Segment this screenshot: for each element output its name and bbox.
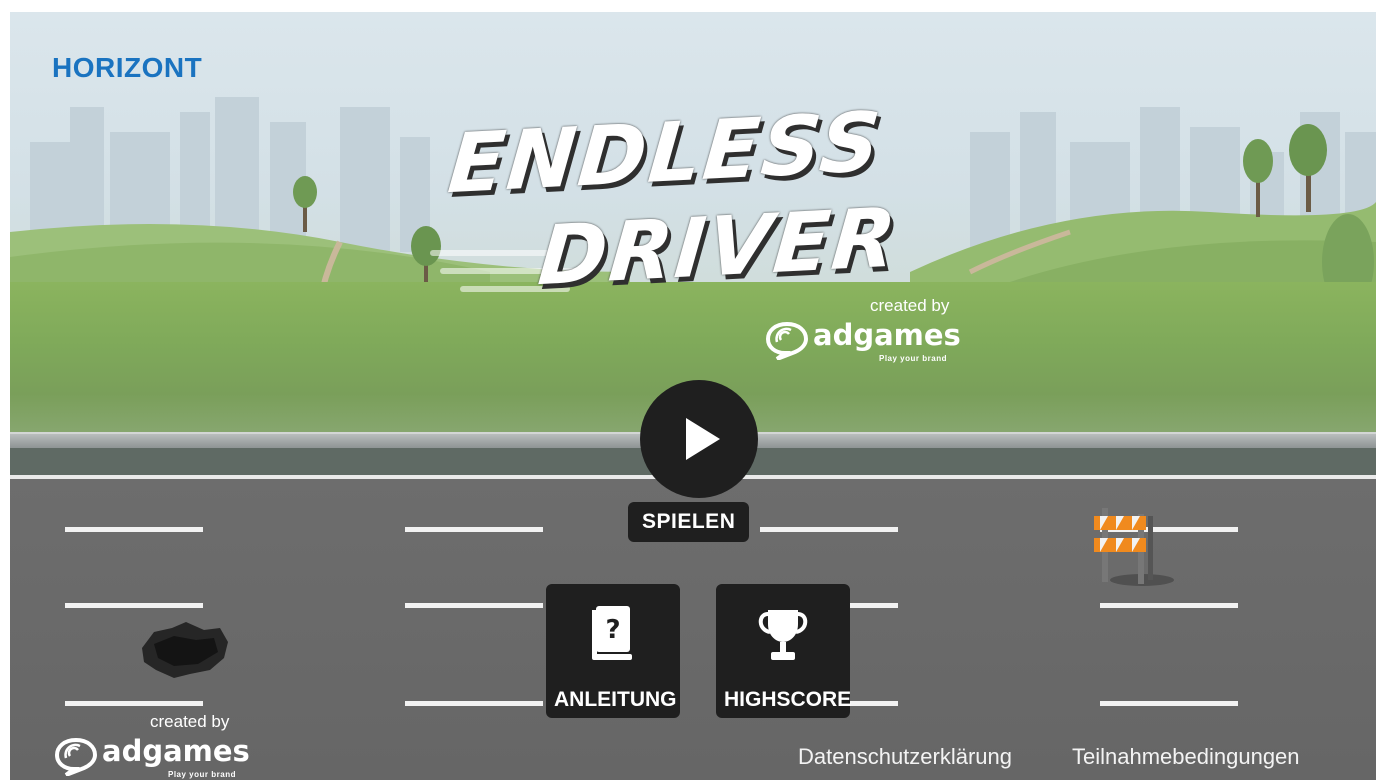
lane-marking bbox=[405, 701, 543, 706]
brand-logo[interactable]: HORIZONT bbox=[52, 52, 202, 84]
lane-marking bbox=[65, 701, 203, 706]
pothole-obstacle bbox=[142, 622, 228, 678]
instructions-label: ANLEITUNG bbox=[554, 688, 677, 711]
lane-marking bbox=[760, 527, 898, 532]
trophy-icon bbox=[758, 610, 808, 660]
game-title: ENDLESS DRIVER bbox=[430, 95, 990, 304]
play-button[interactable] bbox=[640, 380, 758, 498]
lane-marking bbox=[1100, 701, 1238, 706]
road-barrier-obstacle bbox=[1094, 508, 1174, 586]
svg-text:?: ? bbox=[605, 615, 620, 645]
footer-credit-label: created by bbox=[150, 712, 230, 731]
tree bbox=[293, 176, 317, 232]
play-label[interactable]: SPIELEN bbox=[628, 502, 750, 542]
privacy-policy-link[interactable]: Datenschutzerklärung bbox=[798, 744, 1012, 770]
speech-bubble-icon bbox=[54, 737, 98, 776]
lane-marking bbox=[65, 603, 203, 608]
title-line-2: DRIVER bbox=[534, 190, 902, 305]
lane-marking bbox=[405, 527, 543, 532]
tree bbox=[1289, 124, 1327, 212]
play-icon bbox=[686, 418, 720, 460]
adgames-logo: adgames Play your brand bbox=[765, 318, 985, 368]
game-canvas: HORIZONT ENDLESS DRIVER created by adgam… bbox=[10, 12, 1376, 780]
highscore-button[interactable]: HIGHSCORE bbox=[716, 584, 852, 718]
speed-line bbox=[430, 250, 550, 256]
lane-marking bbox=[1100, 603, 1238, 608]
terms-link[interactable]: Teilnahmebedingungen bbox=[1072, 744, 1300, 770]
lane-marking bbox=[65, 527, 203, 532]
tree bbox=[1243, 139, 1273, 217]
instructions-button[interactable]: ? ANLEITUNG bbox=[546, 584, 680, 718]
credit-label: created by bbox=[870, 296, 950, 315]
footer-adgames-logo[interactable]: adgames Play your brand bbox=[54, 734, 254, 780]
speech-bubble-icon bbox=[765, 321, 809, 360]
help-book-icon: ? bbox=[592, 606, 632, 660]
lane-marking bbox=[405, 603, 543, 608]
highscore-label: HIGHSCORE bbox=[724, 688, 852, 711]
